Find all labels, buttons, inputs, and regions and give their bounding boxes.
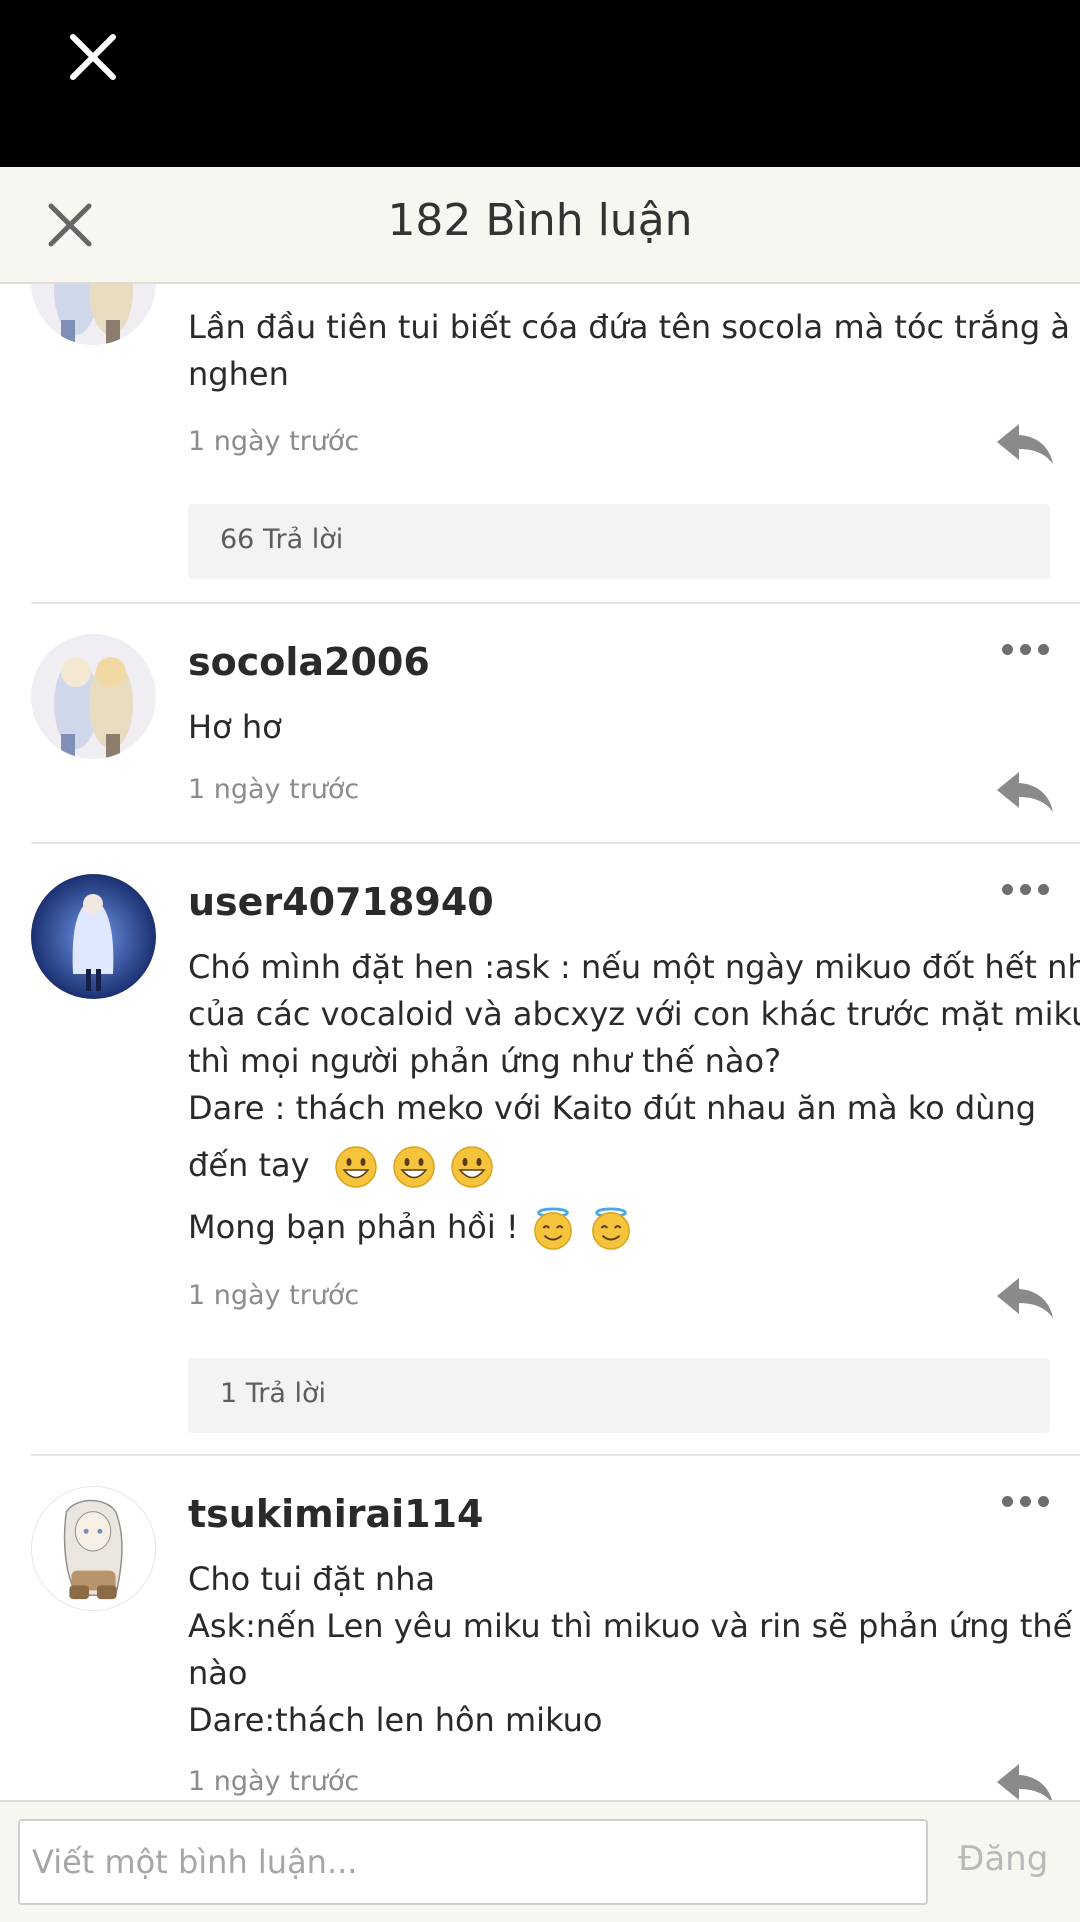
comment-composer: Đăng (0, 1800, 1080, 1922)
comment-text-line: của các vocaloid và abcxyz với con khác … (188, 995, 1080, 1033)
view-replies-button[interactable]: 1 Trả lời (188, 1358, 1050, 1433)
smiling-face-with-halo-icon (534, 1207, 572, 1250)
comment-text-line: Ask:nến Len yêu miku thì mikuo và rin sẽ… (188, 1607, 1073, 1645)
avatar[interactable] (31, 874, 156, 999)
grinning-face-icon (393, 1146, 435, 1188)
close-icon[interactable] (68, 32, 118, 82)
comment-text: Mong bạn phản hồi ! (188, 1208, 519, 1246)
view-replies-button[interactable]: 66 Trả lời (188, 504, 1050, 579)
comment-timestamp: 1 ngày trước (188, 1766, 360, 1797)
reply-icon[interactable] (995, 420, 1055, 466)
comment-text-line-with-emoji: đến tay (188, 1132, 1058, 1198)
reply-icon[interactable] (995, 1760, 1055, 1800)
comment-text-line: thì mọi người phản ứng như thế nào? (188, 1042, 782, 1080)
avatar[interactable] (31, 634, 156, 759)
comment-body: Cho tui đặt nha Ask:nến Len yêu miku thì… (188, 1556, 1073, 1744)
avatar[interactable] (31, 1486, 156, 1611)
comment-text-line: nào (188, 1654, 248, 1692)
divider (31, 602, 1080, 604)
smiling-face-with-halo-icon (592, 1207, 630, 1250)
comment-body: Lần đầu tiên tui biết cóa đứa tên socola… (188, 304, 1070, 398)
replies-count: 1 Trả lời (220, 1378, 327, 1409)
comment-text-line: Hơ hơ (188, 708, 282, 746)
comment-timestamp: 1 ngày trước (188, 774, 360, 805)
page-title: 182 Bình luận (387, 195, 693, 246)
comment-username[interactable]: tsukimirai114 (188, 1492, 483, 1536)
comments-header: 182 Bình luận (0, 167, 1080, 284)
grinning-face-icon (451, 1146, 493, 1188)
comment-text-line: nghen (188, 355, 289, 393)
top-bar (0, 0, 1080, 167)
comment-text-line: Dare : thách meko với Kaito đút nhau ăn … (188, 1089, 1037, 1127)
comment-input[interactable] (18, 1819, 928, 1905)
comment-feed[interactable]: Lần đầu tiên tui biết cóa đứa tên socola… (0, 284, 1080, 1800)
comment-username[interactable]: user40718940 (188, 880, 494, 924)
comment-text-line: Cho tui đặt nha (188, 1560, 436, 1598)
comment-text-line-with-emoji: Mong bạn phản hồi ! (188, 1198, 1058, 1256)
comment-timestamp: 1 ngày trước (188, 1280, 360, 1311)
divider (31, 842, 1080, 844)
replies-count: 66 Trả lời (220, 524, 344, 555)
comment-timestamp: 1 ngày trước (188, 426, 360, 457)
comment-text-line: Lần đầu tiên tui biết cóa đứa tên socola… (188, 308, 1070, 346)
reply-icon[interactable] (995, 768, 1055, 814)
divider (31, 1454, 1080, 1456)
comment-body: Hơ hơ (188, 704, 1058, 751)
comment-text-line: Chó mình đặt hen :ask : nếu một ngày mik… (188, 948, 1080, 986)
more-options-icon[interactable] (1000, 1494, 1050, 1508)
avatar[interactable] (31, 284, 156, 345)
more-options-icon[interactable] (1000, 642, 1050, 656)
reply-icon[interactable] (995, 1274, 1055, 1320)
comment-text: đến tay (188, 1146, 310, 1184)
comment-text-line: Dare:thách len hôn mikuo (188, 1701, 603, 1739)
post-button[interactable]: Đăng (958, 1839, 1048, 1879)
more-options-icon[interactable] (1000, 882, 1050, 896)
grinning-face-icon (334, 1146, 377, 1188)
comment-body: Chó mình đặt hen :ask : nếu một ngày mik… (188, 944, 1080, 1256)
comment-username[interactable]: socola2006 (188, 640, 430, 684)
